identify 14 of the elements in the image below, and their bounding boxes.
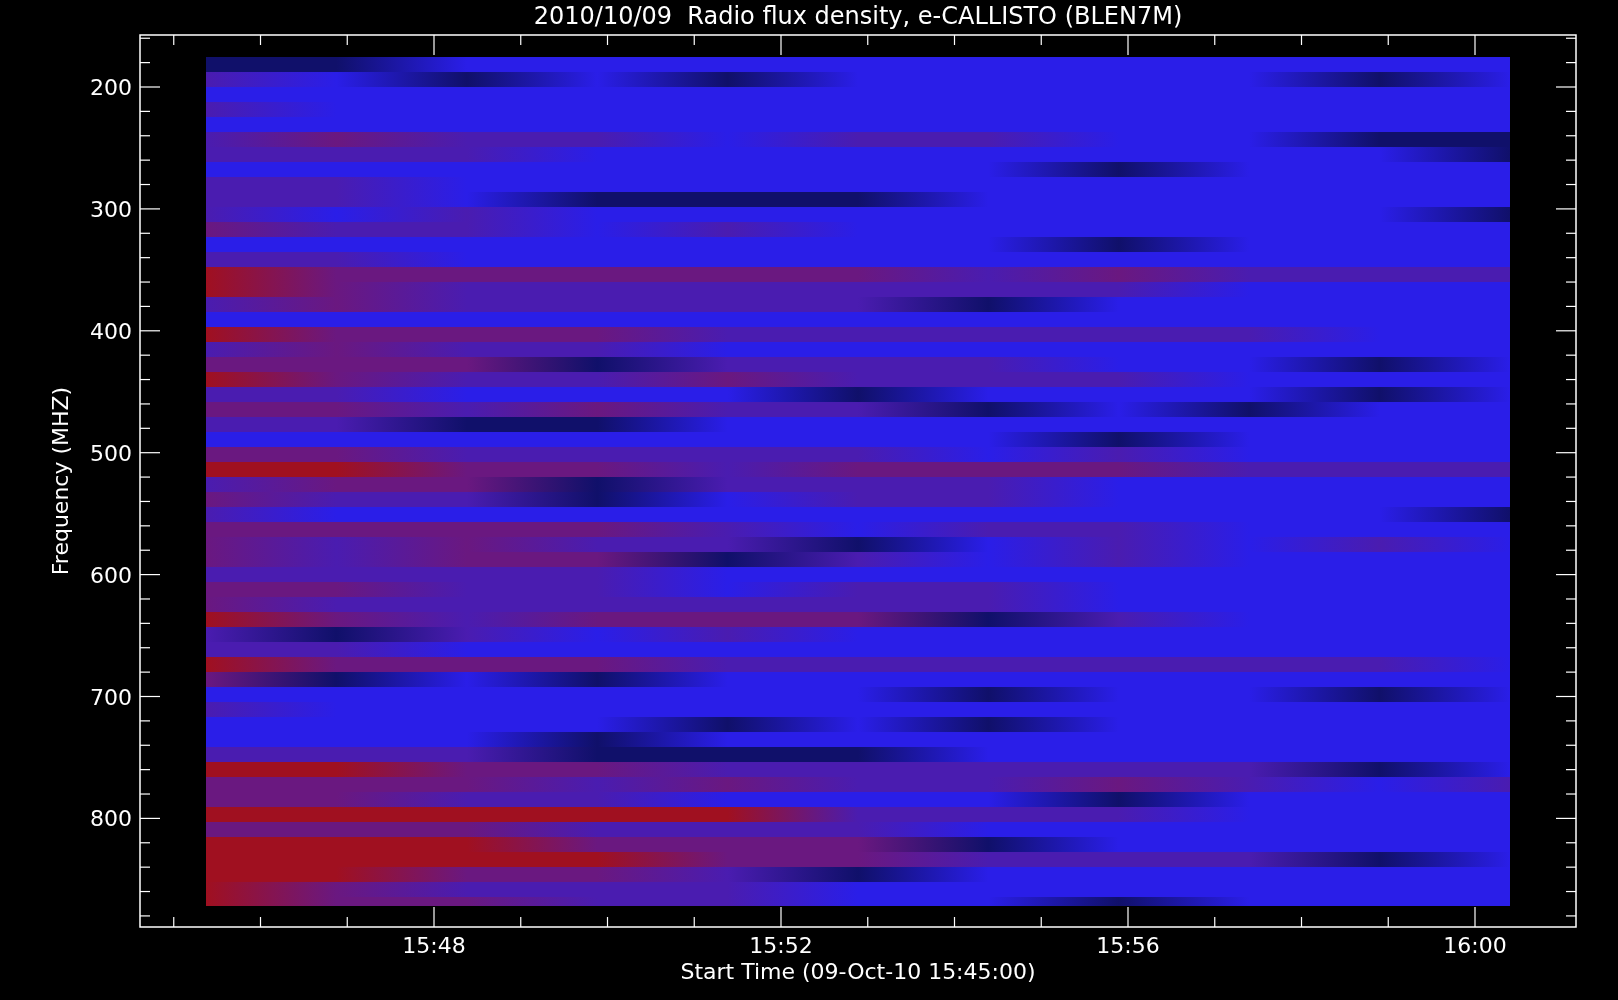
x-tick-label: 15:48	[402, 933, 466, 958]
x-tick-label: 15:56	[1096, 933, 1160, 958]
y-tick-label: 200	[90, 75, 132, 100]
y-tick-label: 400	[90, 318, 132, 344]
y-tick-label: 600	[90, 562, 132, 588]
y-axis-label: Frequency (MHZ)	[48, 386, 73, 576]
x-tick-label: 15:52	[749, 933, 813, 958]
x-tick-label: 16:00	[1443, 933, 1507, 958]
y-tick-label: 700	[90, 684, 132, 710]
chart-title: 2010/10/09 Radio flux density, e-CALLISTO (BLEN7M)	[533, 2, 1183, 30]
y-tick-label: 500	[90, 440, 132, 466]
x-axis-label: Start Time (09-Oct-10 15:45:00)	[680, 959, 1036, 984]
y-tick-label: 300	[90, 196, 132, 222]
y-tick-label: 800	[90, 806, 132, 832]
